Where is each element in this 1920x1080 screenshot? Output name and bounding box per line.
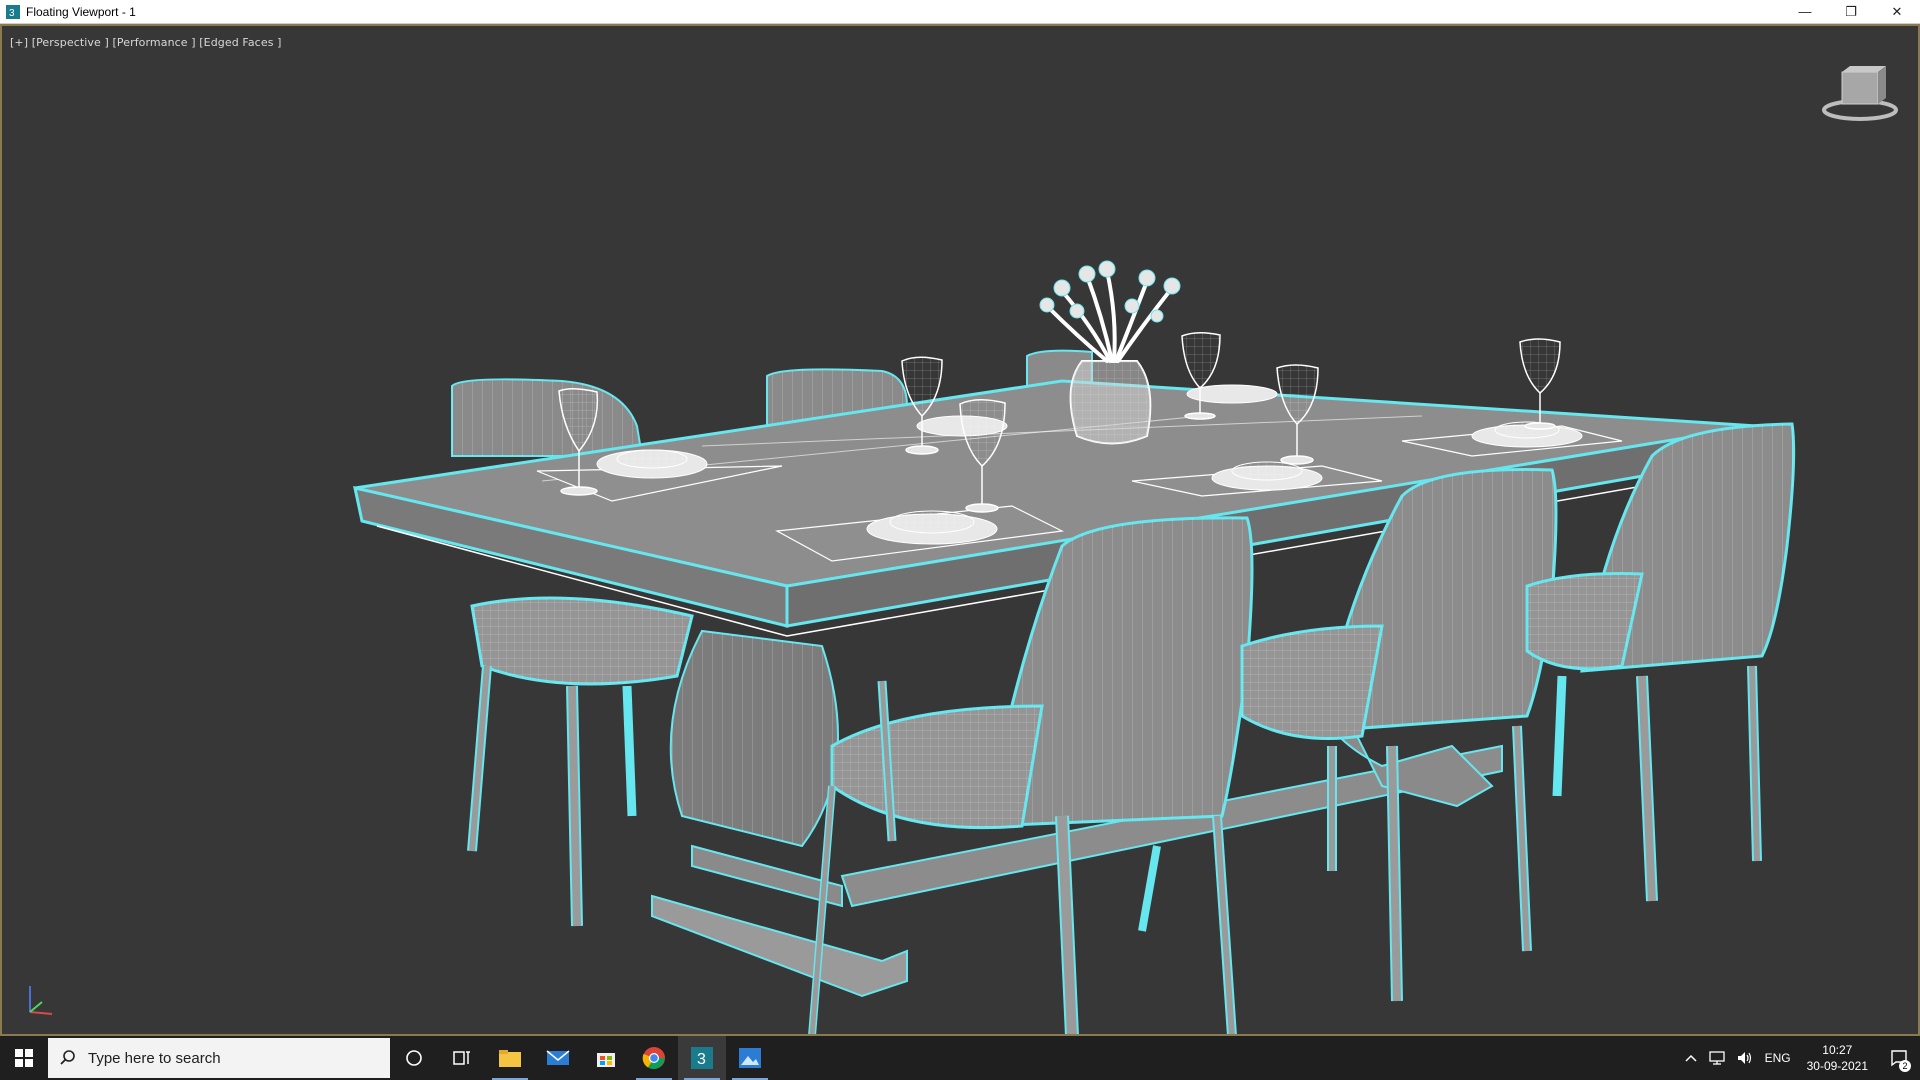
plate-left <box>596 449 708 479</box>
chrome-icon <box>642 1047 665 1069</box>
search-icon <box>60 1050 75 1065</box>
wireframe-scene[interactable] <box>2 26 1918 1034</box>
file-explorer-icon <box>499 1050 521 1067</box>
photos-icon <box>739 1048 761 1068</box>
microsoft-store-button[interactable] <box>582 1036 630 1080</box>
task-view-button[interactable] <box>438 1036 486 1080</box>
mail-icon <box>546 1050 570 1065</box>
close-button[interactable]: ✕ <box>1874 0 1920 23</box>
window-title: Floating Viewport - 1 <box>26 4 136 19</box>
task-view-icon <box>453 1051 470 1065</box>
3ds-max-icon: 3 <box>691 1047 713 1069</box>
minimize-button[interactable]: — <box>1782 0 1828 23</box>
perspective-viewport[interactable]: [+] [Perspective ] [Performance ] [Edged… <box>0 24 1920 1036</box>
network-button[interactable] <box>1703 1051 1731 1065</box>
windows-logo-icon <box>15 1049 33 1067</box>
volume-button[interactable] <box>1731 1051 1759 1065</box>
svg-text:3: 3 <box>697 1051 706 1068</box>
back-chair-left[interactable] <box>451 378 644 457</box>
window-titlebar: 3 Floating Viewport - 1 — ❐ ✕ <box>0 0 1920 24</box>
front-chair-2[interactable] <box>1240 468 1558 1002</box>
svg-text:3: 3 <box>9 8 15 19</box>
input-language-button[interactable]: ENG <box>1759 1051 1797 1065</box>
clock-date: 30-09-2021 <box>1806 1059 1868 1073</box>
clock[interactable]: 10:27 30-09-2021 <box>1797 1042 1878 1074</box>
front-chair-3[interactable] <box>1525 422 1796 902</box>
windows-taskbar: Type here to search 3 ENG 10:27 30-09-20… <box>0 1036 1920 1080</box>
system-tray: ENG 10:27 30-09-2021 2 <box>1679 1036 1920 1080</box>
viewport-label[interactable]: [+] [Perspective ] [Performance ] [Edged… <box>10 36 282 49</box>
action-center-button[interactable]: 2 <box>1878 1036 1920 1080</box>
search-placeholder: Type here to search <box>88 1049 221 1067</box>
taskbar-search-box[interactable]: Type here to search <box>48 1038 390 1078</box>
file-explorer-button[interactable] <box>486 1036 534 1080</box>
network-icon <box>1708 1051 1725 1065</box>
mail-button[interactable] <box>534 1036 582 1080</box>
speaker-icon <box>1737 1052 1751 1064</box>
cortana-icon <box>406 1050 422 1066</box>
chrome-button[interactable] <box>630 1036 678 1080</box>
notification-count-badge: 2 <box>1899 1060 1911 1072</box>
viewcube-icon[interactable] <box>1820 64 1900 124</box>
show-hidden-icons-button[interactable] <box>1679 1053 1703 1063</box>
3ds-max-app-icon: 3 <box>6 4 20 19</box>
3ds-max-button[interactable]: 3 <box>678 1036 726 1080</box>
chevron-up-icon <box>1685 1054 1697 1062</box>
photos-button[interactable] <box>726 1036 774 1080</box>
restore-button[interactable]: ❐ <box>1828 0 1874 23</box>
start-button[interactable] <box>0 1036 48 1080</box>
clock-time: 10:27 <box>1822 1043 1853 1057</box>
microsoft-store-icon <box>597 1053 615 1067</box>
axis-tripod-icon <box>29 986 53 1015</box>
cortana-button[interactable] <box>390 1036 438 1080</box>
